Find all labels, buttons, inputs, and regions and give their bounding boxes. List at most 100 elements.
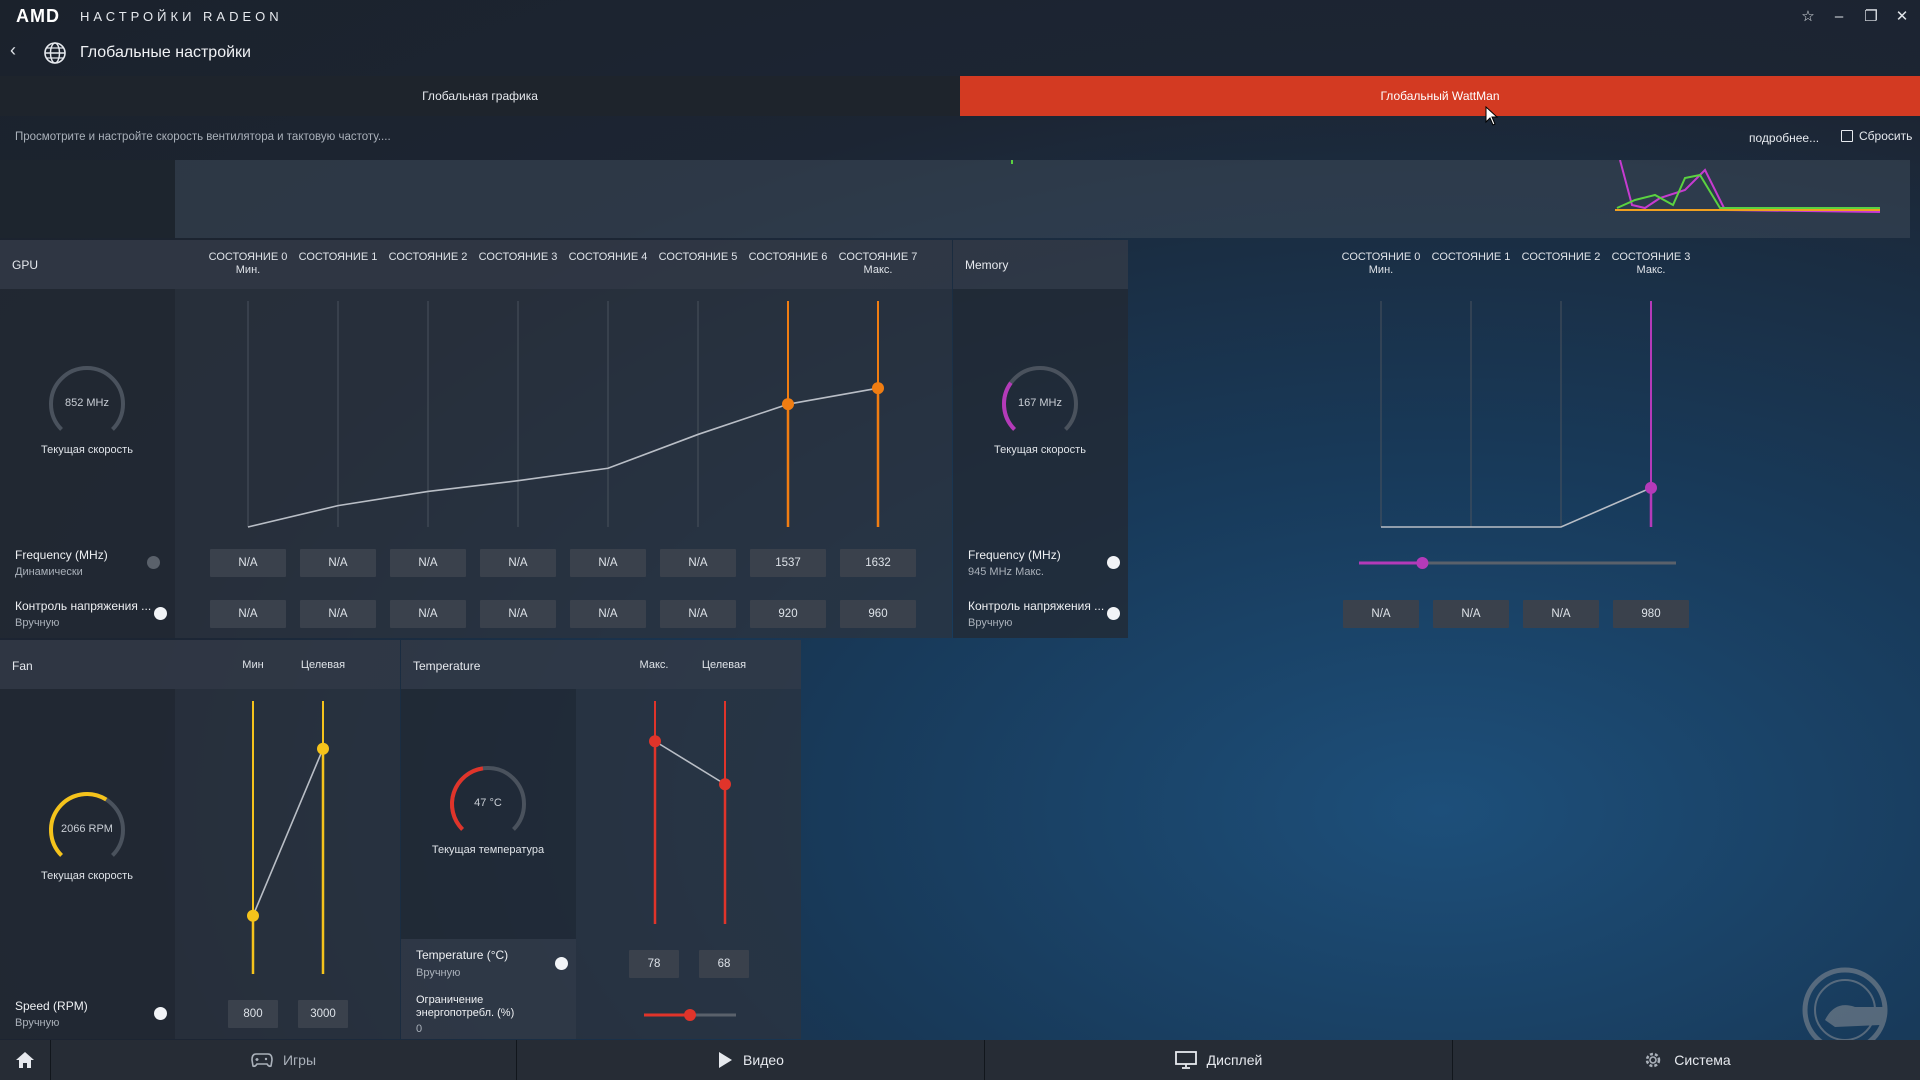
tab-global-graphics[interactable]: Глобальная графика bbox=[0, 76, 960, 116]
gpu-frequency-cell-2[interactable]: N/A bbox=[390, 549, 466, 577]
fan-curve-point-1 bbox=[317, 742, 329, 755]
favorite-star-icon[interactable]: ☆ bbox=[1797, 6, 1819, 28]
gpu-state-1-name: СОСТОЯНИЕ 1 bbox=[298, 251, 378, 263]
power-limit-title-line2: энергопотребл. (%) bbox=[416, 1007, 515, 1019]
gpu-voltage-cell-1[interactable]: N/A bbox=[300, 600, 376, 628]
temperature-curve[interactable] bbox=[576, 689, 801, 939]
gpu-state-3-name: СОСТОЯНИЕ 3 bbox=[478, 251, 558, 263]
nav-display[interactable]: Дисплей bbox=[984, 1040, 1452, 1080]
temperature-row-title: Temperature (°C) bbox=[416, 948, 509, 962]
reset-button[interactable]: Сбросить bbox=[1841, 129, 1912, 143]
nav-video[interactable]: Видео bbox=[516, 1040, 984, 1080]
fan-speed-toggle[interactable] bbox=[154, 1007, 167, 1020]
back-arrow-icon[interactable]: ‹ bbox=[10, 40, 24, 62]
gpu-title: GPU bbox=[12, 258, 39, 272]
memory-state-2-name: СОСТОЯНИЕ 2 bbox=[1521, 251, 1601, 263]
page-title: Глобальные настройки bbox=[80, 44, 251, 61]
gpu-state-4-label: СОСТОЯНИЕ 4 bbox=[563, 251, 653, 264]
memory-state-0-label: СОСТОЯНИЕ 0 Мин. bbox=[1336, 251, 1426, 277]
memory-voltage-cell-0[interactable]: N/A bbox=[1343, 600, 1419, 628]
gpu-frequency-cell-7[interactable]: 1632 bbox=[840, 549, 916, 577]
gpu-voltage-toggle[interactable] bbox=[154, 607, 167, 620]
gpu-frequency-cell-5[interactable]: N/A bbox=[660, 549, 736, 577]
gpu-frequency-cell-1[interactable]: N/A bbox=[300, 549, 376, 577]
home-icon bbox=[16, 1052, 34, 1068]
gpu-voltage-cell-5[interactable]: N/A bbox=[660, 600, 736, 628]
temperature-max-input[interactable]: 78 bbox=[629, 950, 679, 978]
memory-voltage-toggle[interactable] bbox=[1107, 607, 1120, 620]
memory-voltage-mode: Вручную bbox=[968, 617, 1013, 629]
temperature-row bbox=[576, 939, 801, 989]
gpu-clock-curve[interactable] bbox=[175, 289, 952, 538]
page-description: Просмотрите и настройте скорость вентиля… bbox=[15, 131, 391, 143]
mouse-cursor-icon bbox=[1485, 106, 1499, 126]
gpu-gauge-label: Текущая скорость bbox=[41, 444, 133, 456]
fan-gauge-value: 2066 RPM bbox=[61, 823, 113, 835]
home-button[interactable] bbox=[0, 1040, 50, 1080]
temperature-toggle[interactable] bbox=[555, 957, 568, 970]
globe-icon bbox=[44, 42, 66, 64]
gpu-frequency-cell-6[interactable]: 1537 bbox=[750, 549, 826, 577]
monitor-icon bbox=[1174, 1051, 1197, 1069]
amd-logo: AMD bbox=[16, 6, 60, 26]
gpu-curve-point-7 bbox=[872, 382, 884, 395]
temperature-target-input[interactable]: 68 bbox=[699, 950, 749, 978]
gpu-frequency-toggle[interactable] bbox=[147, 556, 160, 569]
fan-speed-mode: Вручную bbox=[15, 1017, 60, 1029]
memory-voltage-cell-1[interactable]: N/A bbox=[1433, 600, 1509, 628]
gpu-curve-line bbox=[247, 387, 879, 528]
activity-graph bbox=[175, 160, 1910, 238]
fan-target-speed-input[interactable]: 3000 bbox=[298, 1000, 348, 1028]
memory-state-2-label: СОСТОЯНИЕ 2 bbox=[1516, 251, 1606, 264]
restore-button[interactable]: ❐ bbox=[1860, 6, 1882, 28]
nav-system[interactable]: Система bbox=[1452, 1040, 1920, 1080]
gpu-frequency-cell-0[interactable]: N/A bbox=[210, 549, 286, 577]
gpu-state-4-name: СОСТОЯНИЕ 4 bbox=[568, 251, 648, 263]
fan-speed-curve[interactable] bbox=[175, 689, 400, 989]
nav-games[interactable]: Игры bbox=[50, 1040, 516, 1080]
temperature-row-mode: Вручную bbox=[416, 967, 461, 979]
title-bar bbox=[0, 0, 1920, 34]
close-button[interactable]: ✕ bbox=[1891, 6, 1913, 28]
memory-frequency-slider[interactable] bbox=[1355, 553, 1680, 573]
tab-bar: Глобальная графика Глобальный WattMan bbox=[0, 76, 1920, 116]
gpu-voltage-label-cell bbox=[0, 588, 175, 638]
gpu-state-5-label: СОСТОЯНИЕ 5 bbox=[653, 251, 743, 264]
gpu-voltage-cell-4[interactable]: N/A bbox=[570, 600, 646, 628]
gpu-voltage-cell-2[interactable]: N/A bbox=[390, 600, 466, 628]
nav-video-label: Видео bbox=[743, 1052, 784, 1068]
gpu-curve-point-6 bbox=[782, 398, 794, 411]
gamepad-icon bbox=[251, 1053, 273, 1068]
memory-frequency-toggle[interactable] bbox=[1107, 556, 1120, 569]
temperature-row-label-cell bbox=[401, 939, 576, 989]
temperature-column-target: Целевая bbox=[701, 659, 747, 671]
fan-title: Fan bbox=[12, 659, 33, 673]
gpu-voltage-cell-3[interactable]: N/A bbox=[480, 600, 556, 628]
power-limit-slider[interactable] bbox=[640, 1005, 740, 1025]
memory-title: Memory bbox=[965, 258, 1009, 272]
memory-clock-curve[interactable] bbox=[1340, 289, 1720, 538]
fan-min-speed-input[interactable]: 800 bbox=[228, 1000, 278, 1028]
gpu-voltage-cell-0[interactable]: N/A bbox=[210, 600, 286, 628]
gpu-state-6-name: СОСТОЯНИЕ 6 bbox=[748, 251, 828, 263]
gpu-voltage-cell-7[interactable]: 960 bbox=[840, 600, 916, 628]
gpu-state-0-name: СОСТОЯНИЕ 0 bbox=[208, 251, 288, 263]
gpu-frequency-cell-3[interactable]: N/A bbox=[480, 549, 556, 577]
gpu-frequency-title: Frequency (MHz) bbox=[15, 548, 108, 562]
memory-state-0-name: СОСТОЯНИЕ 0 bbox=[1341, 251, 1421, 263]
reset-icon bbox=[1841, 130, 1853, 142]
details-link[interactable]: подробнее... bbox=[1749, 131, 1819, 145]
tab-global-wattman[interactable]: Глобальный WattMan bbox=[960, 76, 1920, 116]
memory-state-3-label: СОСТОЯНИЕ 3 Макс. bbox=[1606, 251, 1696, 277]
memory-frequency-title: Frequency (MHz) bbox=[968, 548, 1061, 562]
temperature-title: Temperature bbox=[413, 659, 481, 673]
minimize-button[interactable]: – bbox=[1828, 6, 1850, 28]
gpu-voltage-cell-6[interactable]: 920 bbox=[750, 600, 826, 628]
memory-voltage-title: Контроль напряжения ... bbox=[968, 599, 1105, 613]
memory-frequency-slider-thumb bbox=[1416, 557, 1429, 569]
gpu-frequency-cell-4[interactable]: N/A bbox=[570, 549, 646, 577]
memory-frequency-mode: 945 MHz Макс. bbox=[968, 566, 1044, 578]
memory-voltage-cell-3[interactable]: 980 bbox=[1613, 600, 1689, 628]
gpu-state-0-label: СОСТОЯНИЕ 0 Мин. bbox=[203, 251, 293, 277]
memory-voltage-cell-2[interactable]: N/A bbox=[1523, 600, 1599, 628]
